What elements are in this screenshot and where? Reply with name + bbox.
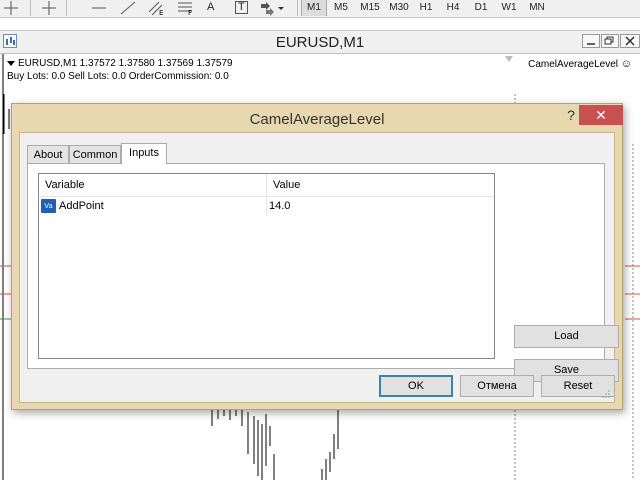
cancel-button[interactable]: Отмена bbox=[460, 375, 534, 397]
chart-price-info: EURUSD,M1 1.37572 1.37580 1.37569 1.3757… bbox=[18, 58, 233, 69]
indicator-name: CamelAverageLevel bbox=[528, 59, 618, 70]
timeframe-m5-button[interactable]: M5 bbox=[329, 0, 353, 16]
help-button[interactable]: ? bbox=[561, 105, 581, 125]
ok-button[interactable]: OK bbox=[379, 375, 453, 397]
equidistant-channel-icon[interactable]: E bbox=[146, 0, 168, 16]
svg-text:E: E bbox=[159, 9, 163, 16]
timeframe-m1-button[interactable]: M1 bbox=[301, 0, 327, 16]
dialog-close-button[interactable]: ✕ bbox=[579, 105, 623, 125]
resize-grip-icon[interactable] bbox=[602, 390, 611, 399]
timeframe-h1-button[interactable]: H1 bbox=[414, 0, 438, 16]
timeframe-mn-button[interactable]: MN bbox=[525, 0, 549, 16]
timeframe-w1-button[interactable]: W1 bbox=[497, 0, 521, 16]
inputs-tab-panel: Variable Value Va AddPoint 14.0 Load Sav… bbox=[27, 163, 619, 382]
toolbar-separator bbox=[66, 0, 67, 16]
smiley-icon: ☺ bbox=[620, 58, 632, 70]
main-toolbar: E F A T M1 M5 M15 M30 H1 H4 D1 W1 MN bbox=[0, 0, 640, 18]
variable-icon: Va bbox=[41, 199, 56, 213]
arrows-dropdown-icon[interactable] bbox=[258, 0, 284, 16]
timeframe-m15-button[interactable]: M15 bbox=[356, 0, 384, 16]
variable-value[interactable]: 14.0 bbox=[269, 197, 489, 216]
chart-window-titlebar[interactable]: EURUSD,M1 bbox=[0, 30, 640, 54]
crosshair-icon[interactable] bbox=[0, 0, 22, 16]
toolbar-separator bbox=[30, 0, 31, 16]
timeframe-m30-button[interactable]: M30 bbox=[385, 0, 413, 16]
timeframe-h4-button[interactable]: H4 bbox=[441, 0, 465, 16]
column-header-variable[interactable]: Variable bbox=[39, 174, 265, 196]
tab-inputs[interactable]: Inputs bbox=[121, 143, 167, 164]
vertical-line-icon[interactable] bbox=[38, 0, 60, 16]
timeframe-d1-button[interactable]: D1 bbox=[469, 0, 493, 16]
dialog-client-area: About Common Inputs Variable Value Va Ad… bbox=[19, 132, 619, 403]
trendline-icon[interactable] bbox=[117, 0, 139, 16]
table-row[interactable]: Va AddPoint 14.0 bbox=[39, 197, 494, 216]
load-button[interactable]: Load bbox=[514, 325, 619, 348]
horizontal-line-icon[interactable] bbox=[88, 0, 110, 16]
svg-text:F: F bbox=[188, 9, 192, 16]
column-header-value[interactable]: Value bbox=[267, 174, 493, 196]
text-tool-icon[interactable]: A bbox=[207, 0, 214, 15]
chart-symbol-dropdown-icon[interactable] bbox=[7, 61, 15, 66]
tab-about[interactable]: About bbox=[27, 145, 69, 164]
chart-window-title: EURUSD,M1 bbox=[275, 34, 365, 51]
chart-orders-info: Buy Lots: 0.0 Sell Lots: 0.0 OrderCommis… bbox=[7, 71, 229, 82]
tab-common[interactable]: Common bbox=[69, 145, 121, 164]
chart-close-icon[interactable] bbox=[620, 34, 640, 48]
dialog-title: CamelAverageLevel bbox=[249, 111, 385, 128]
inputs-table[interactable]: Variable Value Va AddPoint 14.0 bbox=[38, 173, 495, 359]
indicator-label: CamelAverageLevel ☺ bbox=[528, 58, 632, 70]
text-label-tool-icon[interactable]: T bbox=[235, 1, 248, 14]
indicator-properties-dialog: CamelAverageLevel ? ✕ About Common Input… bbox=[11, 103, 623, 410]
minimize-icon[interactable] bbox=[582, 34, 600, 48]
table-header: Variable Value bbox=[39, 174, 494, 197]
fibonacci-icon[interactable]: F bbox=[175, 0, 197, 16]
cell-separator bbox=[266, 197, 267, 216]
restore-icon[interactable] bbox=[601, 34, 619, 48]
variable-name: AddPoint bbox=[59, 200, 104, 212]
toolbar-separator bbox=[297, 0, 298, 16]
